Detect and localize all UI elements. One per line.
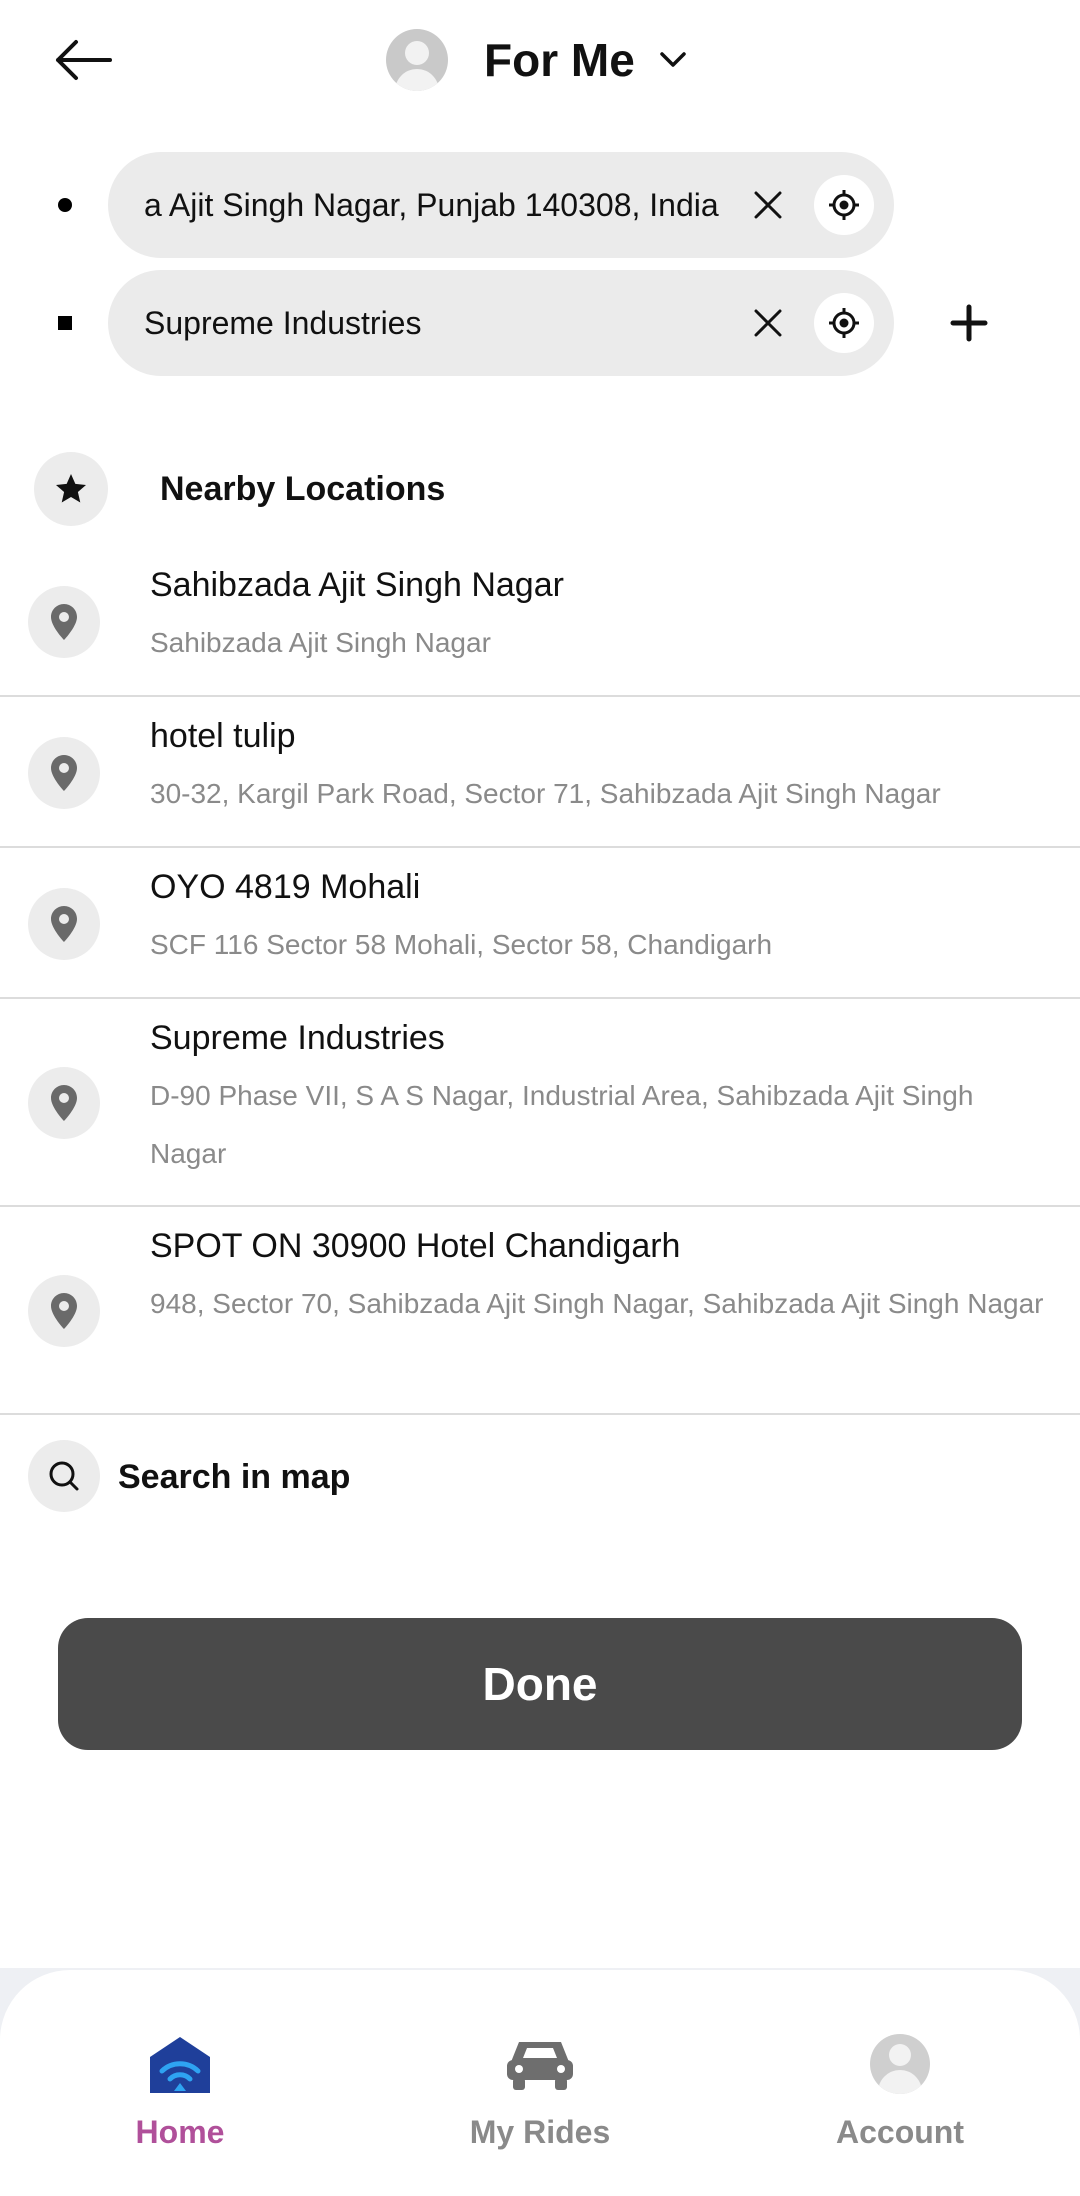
- list-item[interactable]: hotel tulip 30-32, Kargil Park Road, Sec…: [0, 697, 1080, 848]
- clear-pickup-button[interactable]: [748, 185, 788, 225]
- nearby-locations-title: Nearby Locations: [160, 470, 446, 508]
- map-pin-icon: [28, 888, 100, 960]
- nav-account-label: Account: [836, 2114, 964, 2150]
- place-address: 948, Sector 70, Sahibzada Ajit Singh Nag…: [150, 1288, 1044, 1319]
- place-address: D-90 Phase VII, S A S Nagar, Industrial …: [150, 1080, 974, 1169]
- back-button[interactable]: [44, 24, 120, 96]
- nav-account[interactable]: Account: [780, 2028, 1020, 2168]
- drop-gps-button[interactable]: [814, 293, 874, 353]
- clear-drop-button[interactable]: [748, 303, 788, 343]
- pickup-value[interactable]: a Ajit Singh Nagar, Punjab 140308, India: [144, 187, 744, 224]
- place-name: SPOT ON 30900 Hotel Chandigarh: [150, 1227, 681, 1265]
- gps-target-icon: [829, 190, 859, 220]
- user-avatar-icon: [386, 29, 448, 91]
- drop-value[interactable]: Supreme Industries: [144, 305, 744, 342]
- map-pin-icon: [28, 1067, 100, 1139]
- back-arrow-icon: [56, 40, 112, 80]
- place-address: Sahibzada Ajit Singh Nagar: [150, 627, 491, 658]
- nav-my-rides[interactable]: My Rides: [420, 2028, 660, 2168]
- home-icon: [150, 2037, 210, 2093]
- star-icon: [34, 452, 108, 526]
- place-address: SCF 116 Sector 58 Mohali, Sector 58, Cha…: [150, 929, 773, 960]
- pickup-input[interactable]: a Ajit Singh Nagar, Punjab 140308, India: [108, 152, 894, 258]
- bottom-nav: Home My Rides Account: [0, 1970, 1080, 2196]
- chevron-down-icon: [660, 52, 686, 67]
- nav-home-label: Home: [135, 2114, 225, 2150]
- pickup-gps-button[interactable]: [814, 175, 874, 235]
- car-icon: [507, 2042, 573, 2090]
- close-icon: [754, 191, 782, 219]
- map-pin-icon: [28, 1275, 100, 1347]
- nav-home[interactable]: Home: [60, 2028, 300, 2168]
- search-in-map-label: Search in map: [118, 1458, 351, 1496]
- nav-my-rides-label: My Rides: [469, 2114, 611, 2150]
- pickup-marker-icon: [58, 198, 72, 212]
- drop-input[interactable]: Supreme Industries: [108, 270, 894, 376]
- drop-marker-icon: [58, 316, 72, 330]
- add-stop-button[interactable]: [940, 294, 998, 352]
- nearby-locations-header: Nearby Locations: [0, 452, 1080, 526]
- done-button[interactable]: Done: [58, 1618, 1022, 1750]
- pickup-row: a Ajit Singh Nagar, Punjab 140308, India: [0, 152, 1080, 258]
- nearby-locations-list: Sahibzada Ajit Singh Nagar Sahibzada Aji…: [0, 546, 1080, 1415]
- place-name: hotel tulip: [150, 717, 296, 755]
- place-address: 30-32, Kargil Park Road, Sector 71, Sahi…: [150, 778, 941, 809]
- map-pin-icon: [28, 586, 100, 658]
- place-name: Sahibzada Ajit Singh Nagar: [150, 566, 564, 604]
- rider-label: For Me: [484, 34, 635, 86]
- plus-icon: [950, 304, 988, 342]
- drop-row: Supreme Industries: [0, 270, 1080, 376]
- rider-selector[interactable]: For Me: [386, 28, 687, 92]
- user-avatar-icon: [870, 2034, 930, 2094]
- place-name: Supreme Industries: [150, 1019, 445, 1057]
- list-item[interactable]: SPOT ON 30900 Hotel Chandigarh 948, Sect…: [0, 1207, 1080, 1415]
- gps-target-icon: [829, 308, 859, 338]
- header: For Me: [0, 0, 1080, 120]
- list-item[interactable]: Sahibzada Ajit Singh Nagar Sahibzada Aji…: [0, 546, 1080, 697]
- search-in-map-button[interactable]: Search in map: [0, 1440, 1080, 1514]
- close-icon: [754, 309, 782, 337]
- search-icon: [28, 1440, 100, 1512]
- place-name: OYO 4819 Mohali: [150, 868, 421, 906]
- list-item[interactable]: OYO 4819 Mohali SCF 116 Sector 58 Mohali…: [0, 848, 1080, 999]
- list-item[interactable]: Supreme Industries D-90 Phase VII, S A S…: [0, 999, 1080, 1207]
- map-pin-icon: [28, 737, 100, 809]
